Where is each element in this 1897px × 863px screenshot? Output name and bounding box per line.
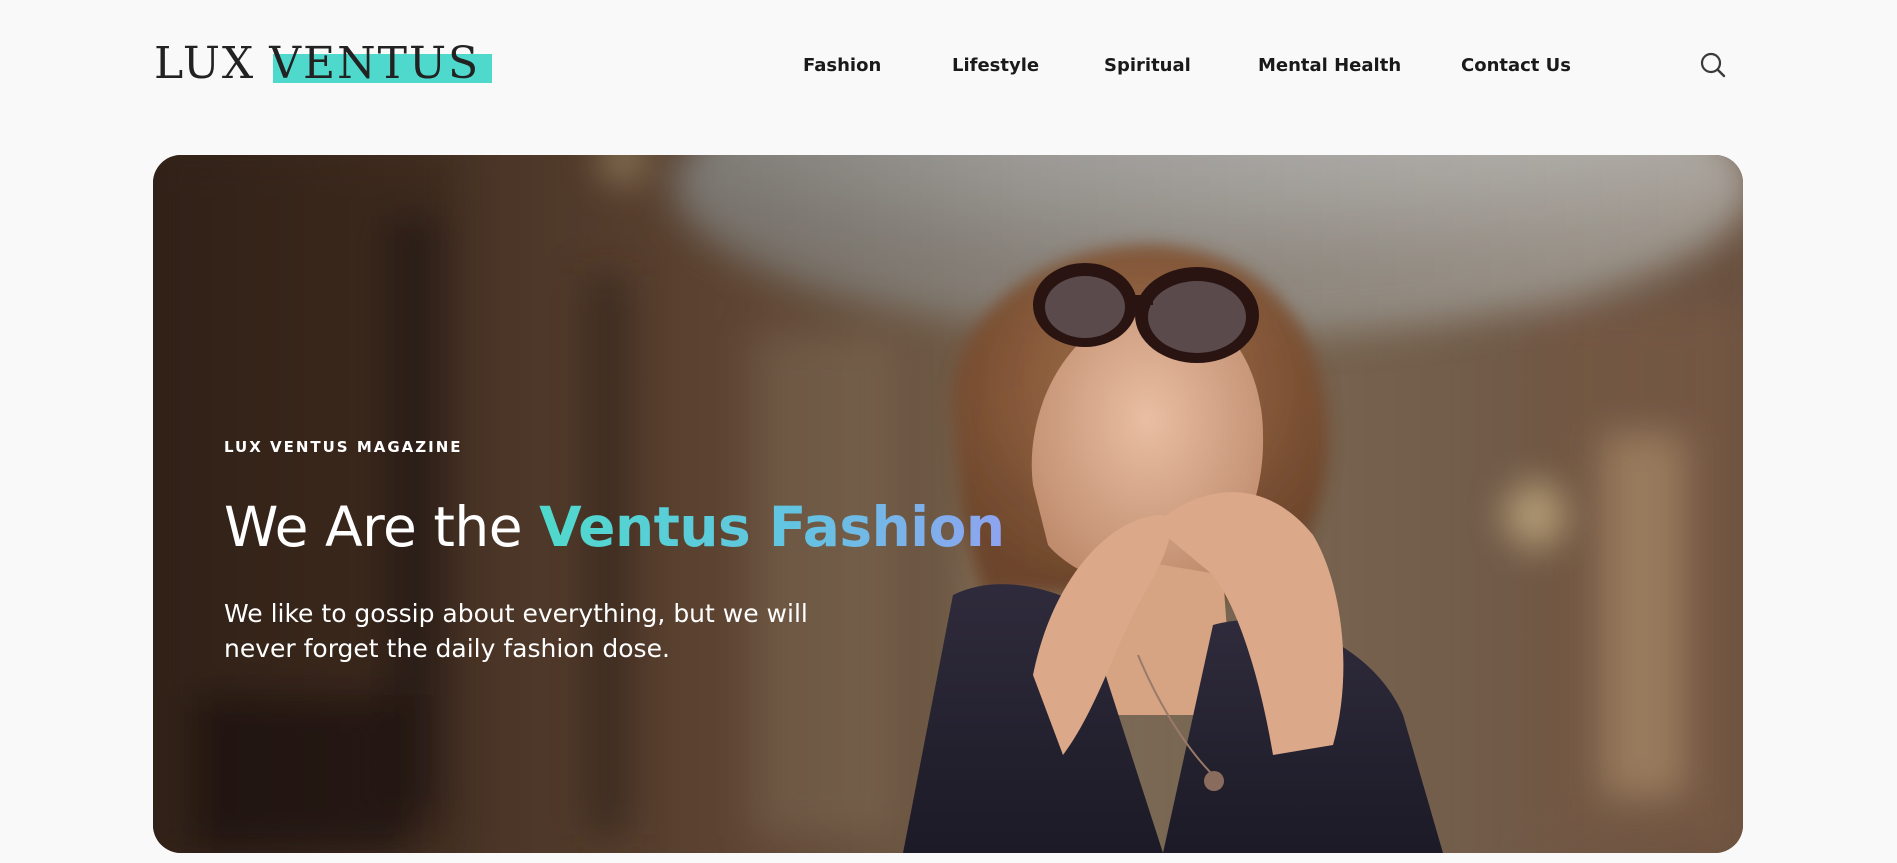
hero-headline: We Are the Ventus Fashion bbox=[224, 494, 1124, 560]
nav-item-lifestyle[interactable]: Lifestyle bbox=[952, 50, 1039, 82]
search-button[interactable] bbox=[1698, 50, 1728, 80]
site-header: LUX VENTUS Fashion Lifestyle Spiritual M… bbox=[0, 0, 1897, 132]
nav-item-fashion[interactable]: Fashion bbox=[803, 50, 881, 82]
nav-item-contact-us[interactable]: Contact Us bbox=[1461, 50, 1571, 82]
headline-plain: We Are the bbox=[224, 495, 540, 559]
hero-subtext: We like to gossip about everything, but … bbox=[224, 599, 808, 663]
search-icon bbox=[1700, 52, 1726, 78]
hero-eyebrow: LUX VENTUS MAGAZINE bbox=[224, 438, 463, 456]
hero-content: LUX VENTUS MAGAZINE We Are the Ventus Fa… bbox=[224, 438, 1124, 666]
nav-item-spiritual[interactable]: Spiritual bbox=[1104, 50, 1191, 82]
headline-accent: Ventus Fashion bbox=[539, 495, 1005, 559]
nav-item-mental-health[interactable]: Mental Health bbox=[1258, 50, 1401, 82]
main-nav: Fashion Lifestyle Spiritual Mental Healt… bbox=[0, 50, 1897, 82]
hero-banner: LUX VENTUS MAGAZINE We Are the Ventus Fa… bbox=[153, 155, 1743, 853]
